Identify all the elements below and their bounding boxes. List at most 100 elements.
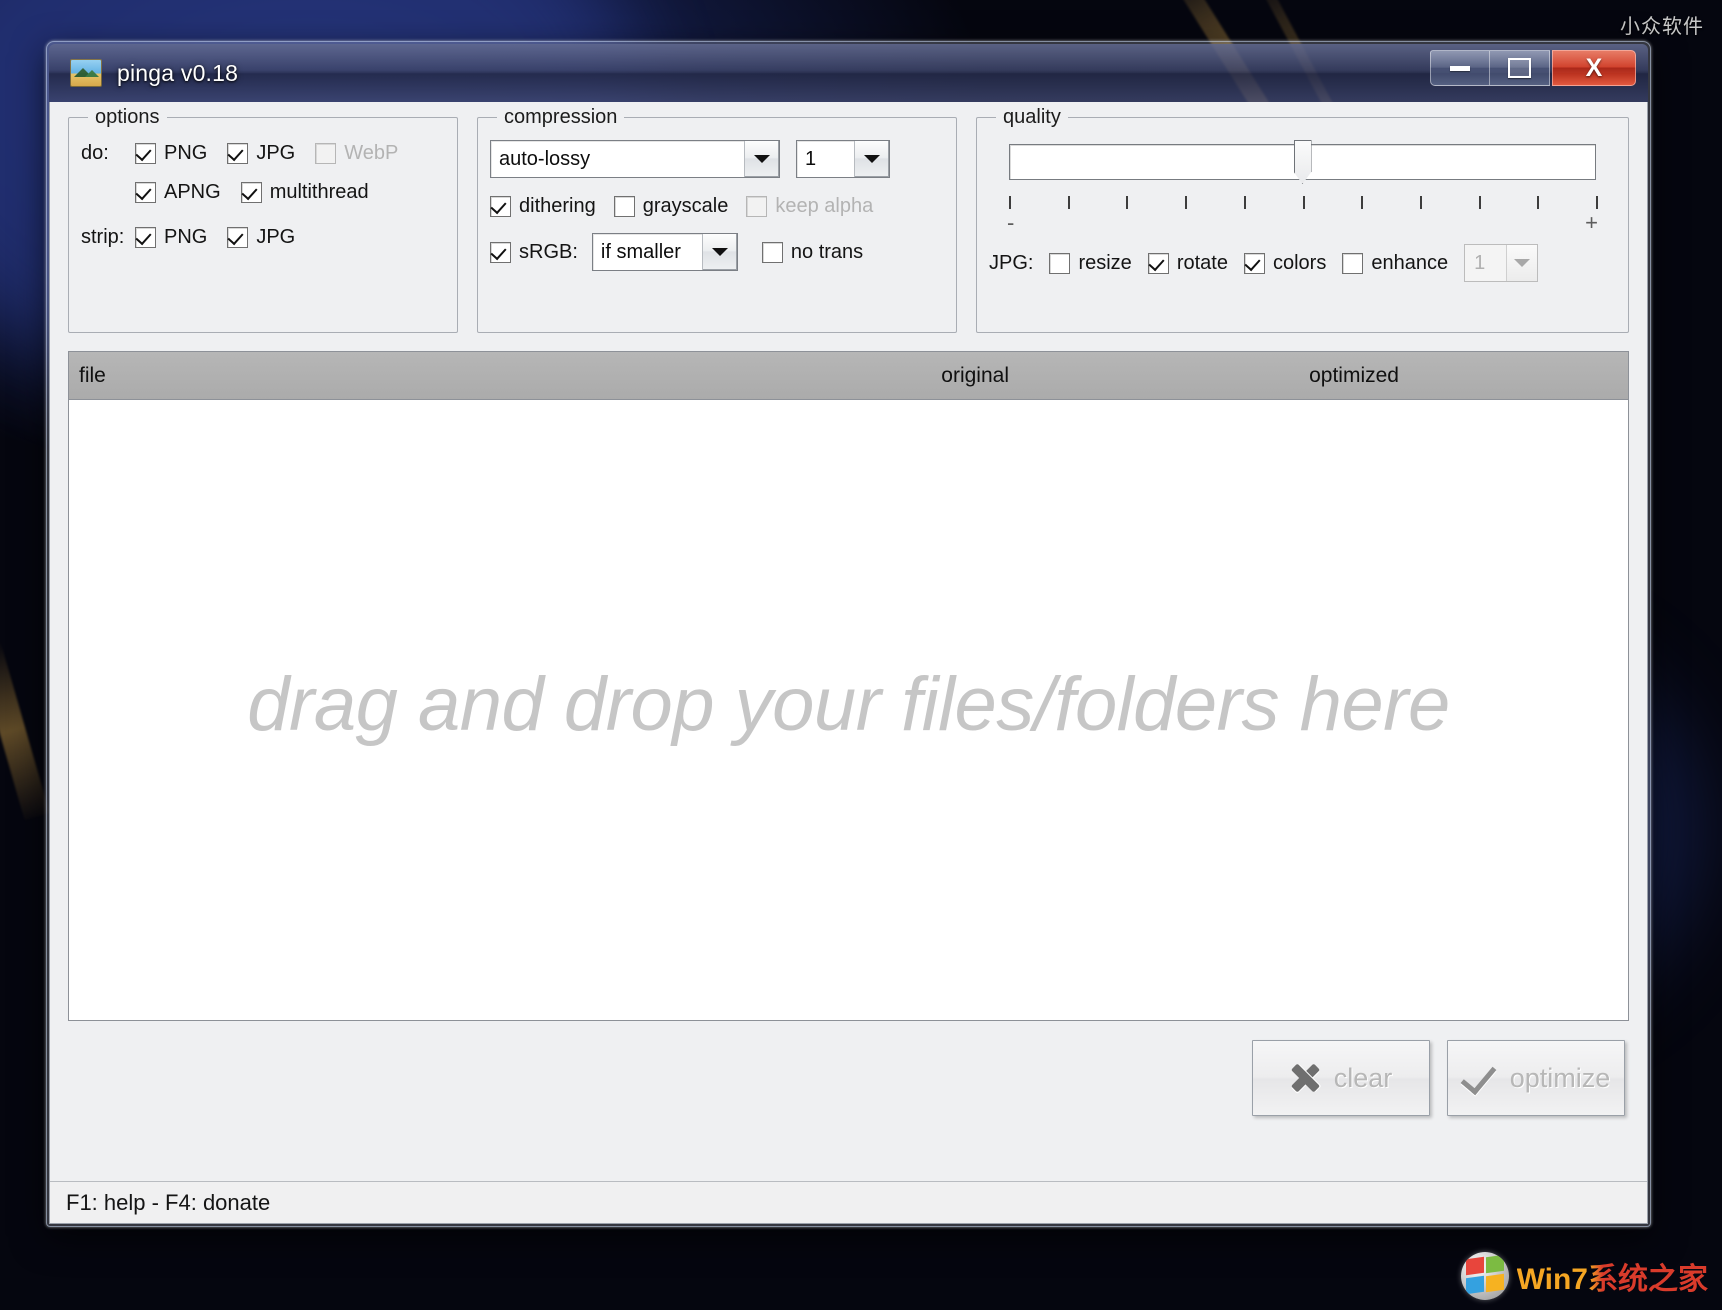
checkbox-multithread[interactable]: multithread	[240, 181, 369, 204]
checkbox-srgb[interactable]: sRGB:	[490, 241, 578, 264]
checkbox-do-webp: WebP	[315, 142, 398, 165]
jpg-label: JPG:	[989, 251, 1034, 274]
checkbox-no-trans[interactable]: no trans	[761, 240, 864, 264]
check-icon	[1462, 1063, 1496, 1093]
action-buttons: clear optimize	[50, 1040, 1625, 1116]
windows-logo-icon	[1460, 1252, 1509, 1300]
srgb-mode-value: if smaller	[600, 240, 681, 263]
checkbox-icon	[135, 227, 156, 248]
quality-slider[interactable]	[1009, 140, 1596, 186]
enhance-spinner: 1	[1464, 244, 1539, 282]
close-button[interactable]: X	[1552, 50, 1636, 86]
checkbox-label: dithering	[519, 195, 596, 217]
slider-tick	[1596, 196, 1598, 209]
quality-slider-ticks	[1009, 196, 1598, 212]
maximize-button[interactable]	[1490, 50, 1550, 86]
checkbox-label: JPG	[256, 142, 296, 164]
checkbox-label: PNG	[164, 142, 208, 164]
checkbox-label: colors	[1272, 251, 1327, 274]
x-icon	[1290, 1063, 1320, 1093]
checkbox-icon	[746, 196, 768, 217]
clear-button[interactable]: clear	[1252, 1040, 1430, 1116]
compression-mode-row: auto-lossy 1	[490, 140, 944, 178]
slider-tick	[1126, 196, 1129, 209]
checkbox-icon	[613, 196, 635, 217]
checkbox-do-jpg[interactable]: JPG	[227, 142, 295, 165]
chevron-down-icon	[1506, 245, 1538, 281]
options-group: options do: PNG JPG WebP APNG multithrea…	[68, 106, 458, 333]
checkbox-strip-jpg[interactable]: JPG	[227, 226, 295, 249]
optimize-button[interactable]: optimize	[1447, 1040, 1625, 1116]
slider-tick	[1185, 196, 1188, 209]
window-title: pinga v0.18	[117, 59, 239, 86]
checkbox-rotate[interactable]: rotate	[1147, 251, 1228, 275]
checkbox-icon	[227, 143, 249, 164]
client-area: options do: PNG JPG WebP APNG multithrea…	[49, 102, 1648, 1224]
slider-tick	[1361, 196, 1364, 209]
checkbox-colors[interactable]: colors	[1243, 251, 1327, 275]
checkbox-icon	[227, 227, 249, 248]
checkbox-resize[interactable]: resize	[1049, 252, 1132, 275]
enhance-spinner-value: 1	[1474, 251, 1486, 274]
status-bar: F1: help - F4: donate	[50, 1181, 1647, 1223]
slider-tick	[1537, 196, 1540, 209]
srgb-mode-select[interactable]: if smaller	[591, 233, 738, 271]
checkbox-enhance[interactable]: enhance	[1342, 252, 1448, 275]
slider-tick	[1419, 196, 1422, 209]
title-bar[interactable]: pinga v0.18 X	[49, 44, 1648, 102]
checkbox-label: multithread	[269, 181, 369, 203]
close-icon: X	[1585, 53, 1603, 82]
slider-tick	[1478, 196, 1481, 209]
resize-grip[interactable]	[1623, 1200, 1643, 1220]
checkbox-icon	[240, 182, 262, 203]
chevron-down-icon[interactable]	[854, 141, 889, 177]
checkbox-do-png[interactable]: PNG	[135, 142, 207, 165]
slider-tick	[1243, 196, 1246, 209]
do-label: do:	[81, 142, 109, 164]
checkbox-label: rotate	[1176, 251, 1228, 274]
chevron-down-icon[interactable]	[701, 234, 737, 270]
compression-level-select[interactable]: 1	[796, 140, 890, 178]
checkbox-dithering[interactable]: dithering	[490, 195, 596, 218]
compression-mode-select[interactable]: auto-lossy	[490, 140, 780, 178]
wallpaper-streak-6	[0, 640, 50, 821]
compression-mode-value: auto-lossy	[499, 147, 591, 170]
checkbox-label: grayscale	[642, 195, 729, 217]
options-group-title: options	[88, 106, 167, 129]
checkbox-strip-png[interactable]: PNG	[135, 226, 207, 249]
file-list[interactable]: file original optimized drag and drop yo…	[68, 351, 1629, 1021]
checkbox-icon	[1049, 252, 1071, 274]
column-header-optimized[interactable]: optimized	[69, 364, 1399, 388]
checkbox-label: no trans	[790, 240, 864, 263]
minimize-button[interactable]	[1430, 50, 1490, 86]
checkbox-icon	[135, 182, 156, 203]
minimize-icon	[1450, 65, 1470, 71]
options-strip-row: strip: PNG JPG	[81, 226, 445, 249]
quality-jpg-row: JPG: resize rotate colors enhance 1	[989, 244, 1616, 282]
compression-flags-row: dithering grayscale keep alpha	[490, 195, 944, 218]
maximize-icon	[1508, 58, 1531, 78]
checkbox-label: WebP	[344, 142, 399, 164]
slider-plus-label: +	[1585, 210, 1598, 235]
compression-level-value: 1	[805, 147, 817, 170]
clear-button-label: clear	[1333, 1062, 1393, 1093]
slider-tick	[1302, 196, 1305, 209]
options-do-row: do: PNG JPG WebP	[81, 142, 445, 165]
watermark-text: Win7系统之家	[1517, 1254, 1708, 1298]
checkbox-icon	[1243, 252, 1265, 274]
checkbox-grayscale[interactable]: grayscale	[613, 195, 729, 218]
checkbox-icon	[1147, 252, 1169, 274]
window-controls: X	[1430, 50, 1636, 86]
checkbox-label: keep alpha	[775, 195, 874, 217]
checkbox-do-apng[interactable]: APNG	[135, 181, 221, 204]
checkbox-icon	[490, 196, 511, 217]
file-list-body[interactable]: drag and drop your files/folders here	[69, 400, 1628, 1020]
chevron-down-icon[interactable]	[744, 141, 779, 177]
checkbox-label: JPG	[256, 226, 296, 248]
desktop-background: 小众软件 pinga v0.18 X options do: PNG JPG W…	[0, 0, 1722, 1310]
compression-srgb-row: sRGB: if smaller no trans	[490, 233, 944, 271]
dropzone-message: drag and drop your files/folders here	[247, 661, 1450, 747]
checkbox-keep-alpha: keep alpha	[746, 195, 873, 218]
strip-label: strip:	[81, 226, 125, 248]
checkbox-icon	[1342, 252, 1364, 274]
